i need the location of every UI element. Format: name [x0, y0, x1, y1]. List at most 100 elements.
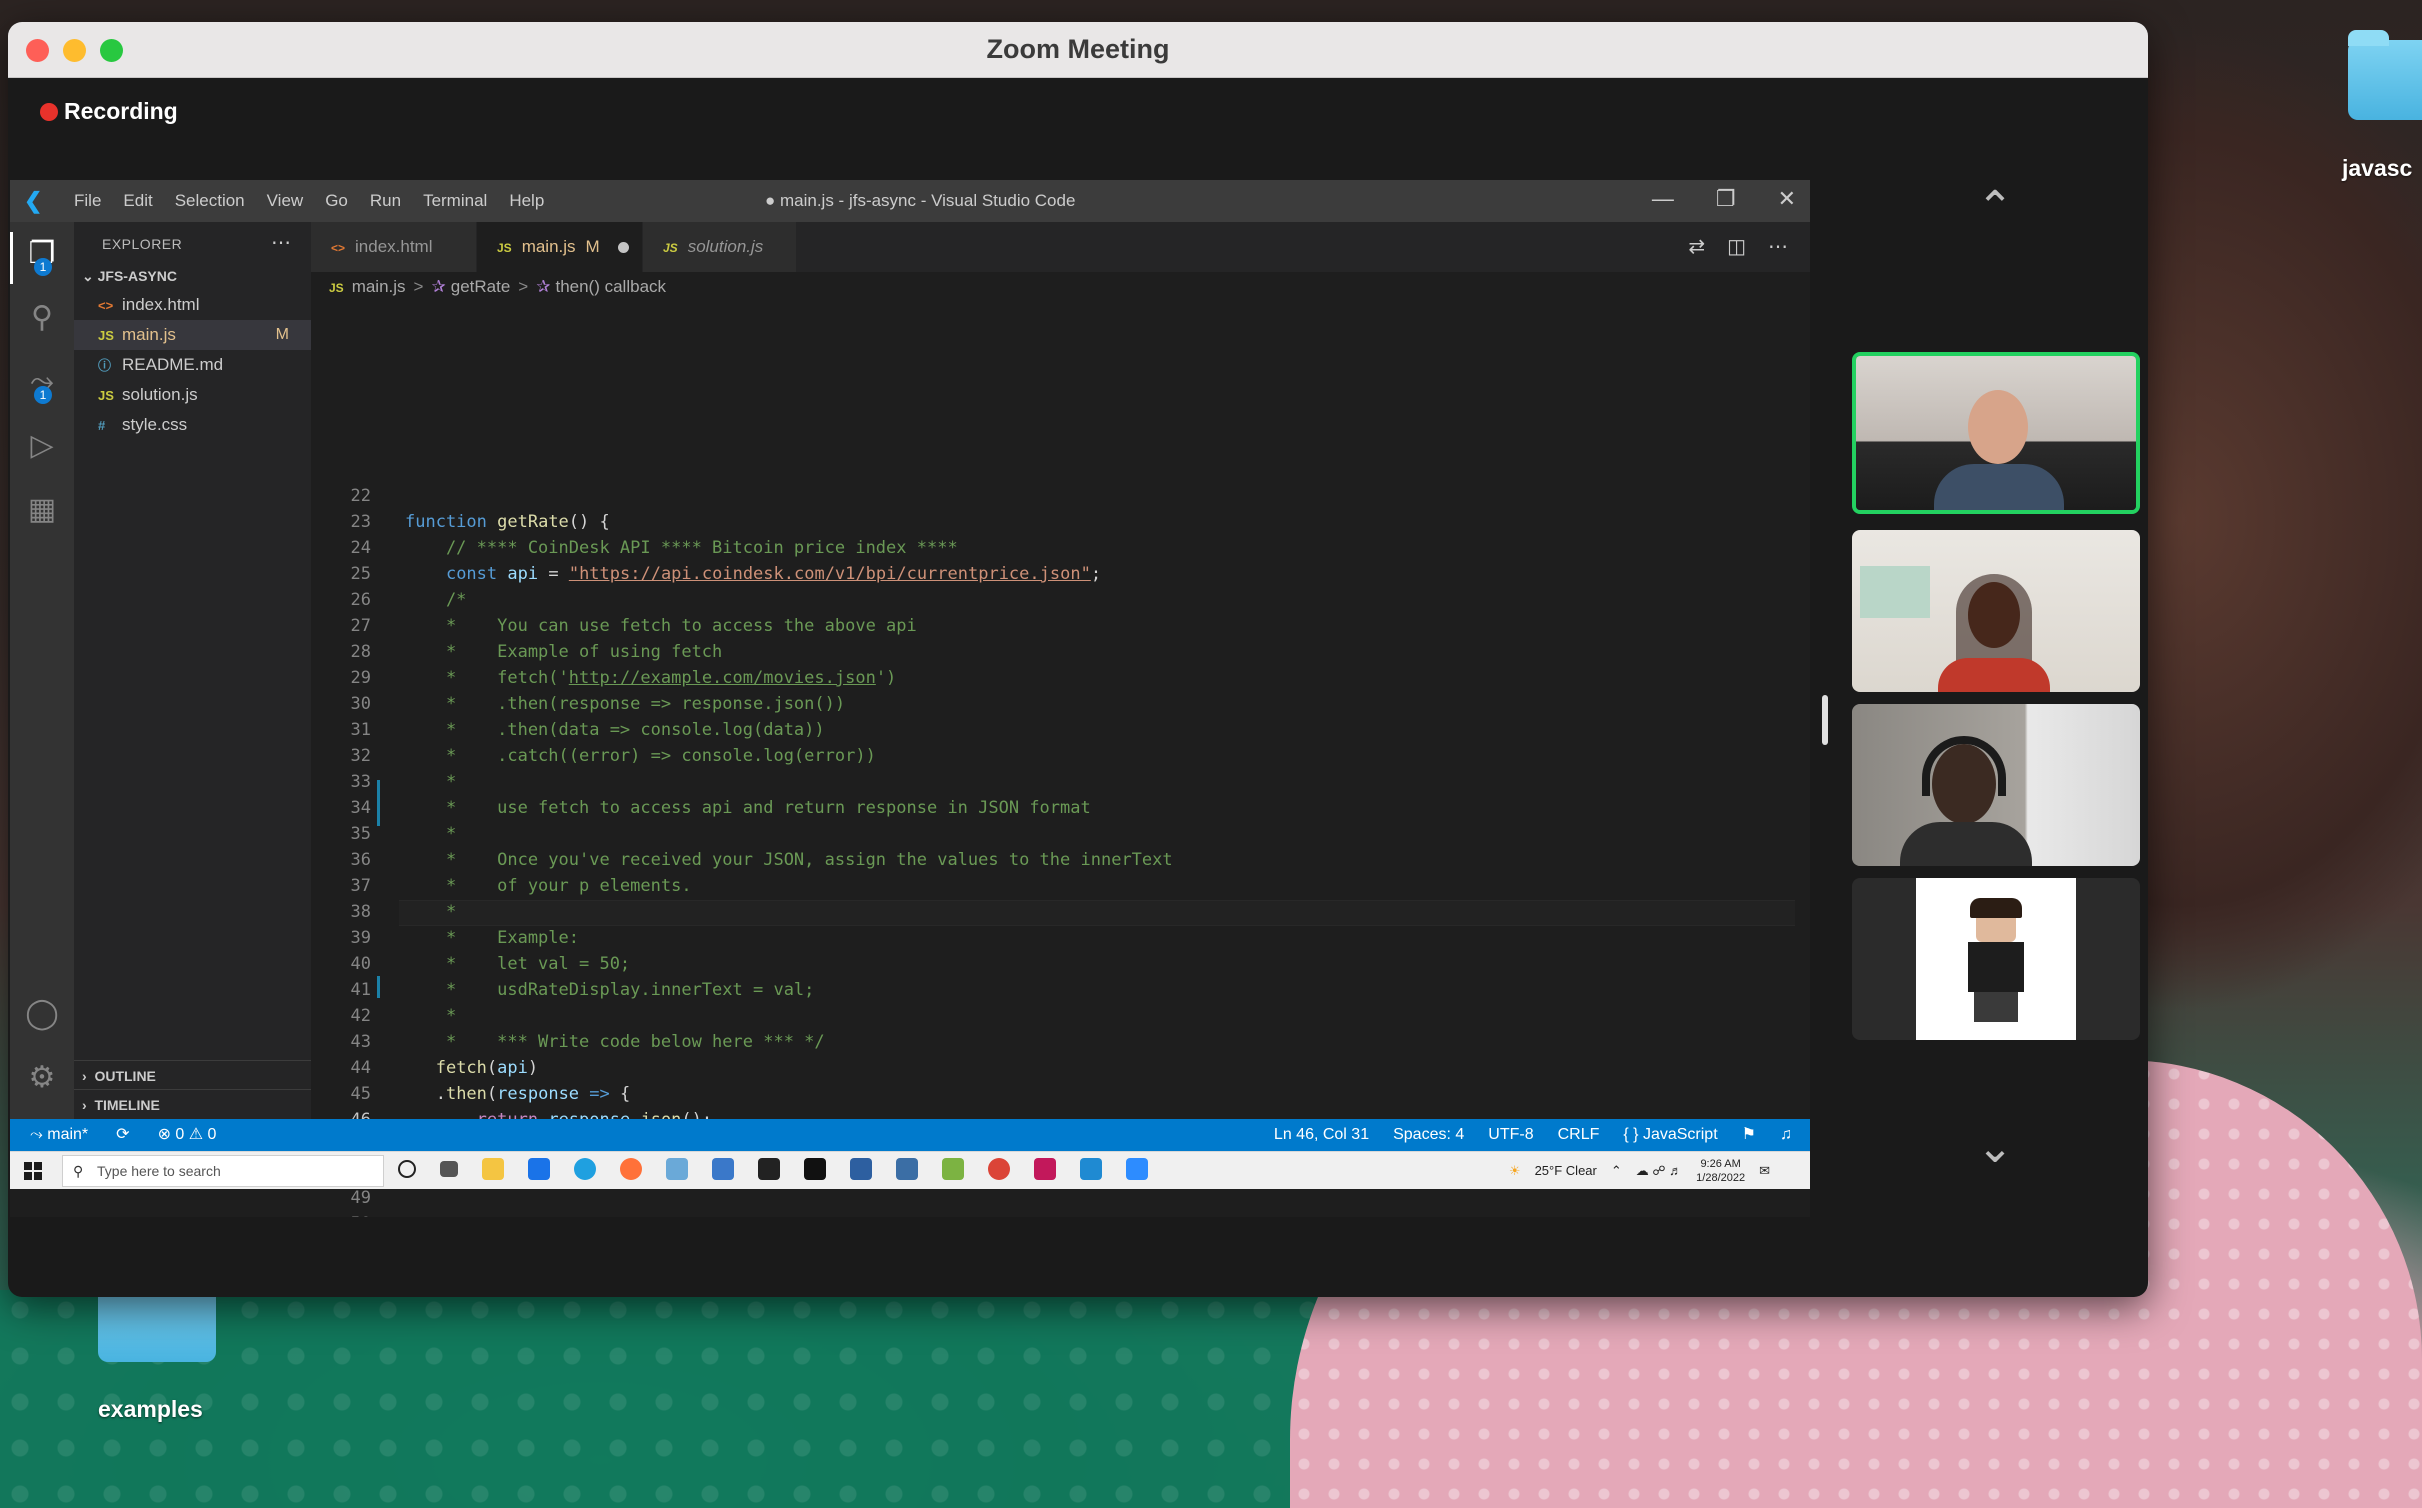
close-icon[interactable]: ✕: [1778, 186, 1796, 212]
more-actions-icon[interactable]: ⋯: [1768, 234, 1788, 259]
app-icon[interactable]: [666, 1158, 688, 1180]
participant-video-tile[interactable]: [1852, 352, 2140, 514]
scroll-up-chevron-icon[interactable]: ⌃: [1960, 186, 2030, 230]
participant-video-tile[interactable]: [1852, 878, 2140, 1040]
restore-icon[interactable]: ❐: [1716, 186, 1736, 212]
problems-indicator[interactable]: ⊗ 0 ⚠ 0: [158, 1119, 217, 1151]
menu-go[interactable]: Go: [325, 191, 348, 211]
file-item-style-css[interactable]: # style.css: [74, 410, 311, 440]
menu-edit[interactable]: Edit: [123, 191, 152, 211]
split-editor-icon[interactable]: ◫: [1727, 234, 1746, 259]
mail-icon[interactable]: [528, 1158, 550, 1180]
menu-help[interactable]: Help: [509, 191, 544, 211]
compare-changes-icon[interactable]: ⇄: [1688, 234, 1705, 259]
code-punct: (: [486, 1058, 498, 1078]
tab-index-html[interactable]: <> index.html: [311, 222, 477, 272]
file-item-readme-md[interactable]: ⓘ README.md: [74, 350, 311, 380]
participant-video-tile[interactable]: [1852, 704, 2140, 866]
file-item-main-js[interactable]: JS main.js M: [74, 320, 311, 350]
outline-section[interactable]: › OUTLINE: [74, 1060, 311, 1090]
extensions-icon[interactable]: ▦: [24, 492, 60, 528]
settings-gear-icon[interactable]: ⚙: [24, 1060, 60, 1096]
scroll-down-chevron-icon[interactable]: ⌄: [1960, 1126, 2030, 1170]
avatar-legs: [1974, 992, 2018, 1022]
participants-panel: ⌃ ⌄: [1822, 180, 2140, 1217]
firefox-icon[interactable]: [620, 1158, 642, 1180]
unsaved-dot-icon[interactable]: [617, 242, 629, 254]
branch-indicator[interactable]: ⤳ main*: [30, 1119, 88, 1151]
code-line-32: * .catch((error) => console.log(error)): [405, 746, 876, 766]
code-editor[interactable]: 22 23 24 25 26 27 28 29 30 31 32 33 34 35 36 37 38 39 40 41…: [311, 302, 1810, 1217]
desktop-folder-label[interactable]: examples: [98, 1396, 203, 1423]
tab-solution-js[interactable]: JS solution.js: [643, 222, 797, 272]
calculator-icon[interactable]: [712, 1158, 734, 1180]
tray-chevron-icon[interactable]: ⌃: [1611, 1156, 1622, 1186]
file-item-index-html[interactable]: <> index.html: [74, 290, 311, 320]
encoding[interactable]: UTF-8: [1488, 1119, 1533, 1151]
search-icon[interactable]: ⚲: [24, 300, 60, 336]
task-view-icon[interactable]: [440, 1161, 458, 1177]
windows-start-icon[interactable]: [24, 1162, 42, 1180]
code-string-link[interactable]: "https://api.coindesk.com/v1/bpi/current…: [569, 564, 1091, 584]
taskbar-search-input[interactable]: ⚲ Type here to search: [62, 1155, 384, 1187]
app-icon[interactable]: [942, 1158, 964, 1180]
indentation[interactable]: Spaces: 4: [1393, 1119, 1464, 1151]
notifications-bell-icon[interactable]: ♫: [1780, 1119, 1792, 1151]
tab-main-js[interactable]: JS main.js M: [477, 222, 643, 272]
app-icon[interactable]: [896, 1158, 918, 1180]
line-ending[interactable]: CRLF: [1558, 1119, 1600, 1151]
menu-selection[interactable]: Selection: [175, 191, 245, 211]
weather-text[interactable]: 25°F Clear: [1535, 1156, 1597, 1186]
zoom-window-button[interactable]: [100, 39, 123, 62]
intellij-icon[interactable]: [1034, 1158, 1056, 1180]
recording-indicator[interactable]: Recording: [40, 98, 178, 125]
app-icon[interactable]: [758, 1158, 780, 1180]
breadcrumb: JS main.js > ✰ getRate > ✰ then() callback: [311, 272, 666, 302]
taskbar-clock[interactable]: 9:26 AM 1/28/2022: [1696, 1157, 1745, 1185]
menu-file[interactable]: File: [74, 191, 101, 211]
terminal-icon[interactable]: [804, 1158, 826, 1180]
breadcrumb-file[interactable]: main.js: [352, 277, 406, 296]
minimize-window-button[interactable]: [63, 39, 86, 62]
zoom-taskbar-icon[interactable]: [1126, 1158, 1148, 1180]
edge-icon[interactable]: [574, 1158, 596, 1180]
html-file-icon: <>: [98, 298, 114, 313]
code-punct: .: [405, 1084, 446, 1104]
file-item-solution-js[interactable]: JS solution.js: [74, 380, 311, 410]
participant-head: [1968, 390, 2028, 464]
zoom-titlebar: Zoom Meeting: [8, 22, 2148, 78]
live-share-icon[interactable]: ⚑: [1742, 1119, 1756, 1151]
panel-resize-handle[interactable]: [1822, 695, 1828, 745]
language-mode[interactable]: { } JavaScript: [1623, 1119, 1717, 1151]
desktop-folder-label[interactable]: javasc: [2342, 155, 2412, 182]
menu-terminal[interactable]: Terminal: [423, 191, 487, 211]
minimize-icon[interactable]: —: [1652, 186, 1674, 212]
code-keyword: const: [445, 564, 498, 584]
more-actions-icon[interactable]: ⋯: [271, 230, 291, 255]
tray-icons[interactable]: ☁ ☍ ♬: [1636, 1156, 1682, 1186]
menu-run[interactable]: Run: [370, 191, 401, 211]
folder-header[interactable]: ⌄ JFS-ASYNC: [82, 268, 177, 285]
desktop-folder-icon[interactable]: [2348, 30, 2422, 120]
breadcrumb-function[interactable]: getRate: [451, 277, 511, 296]
breadcrumb-callback[interactable]: then() callback: [555, 277, 666, 296]
chrome-icon[interactable]: [988, 1158, 1010, 1180]
file-explorer-icon[interactable]: [482, 1158, 504, 1180]
notifications-icon[interactable]: ✉: [1759, 1156, 1770, 1186]
menu-view[interactable]: View: [267, 191, 304, 211]
run-debug-icon[interactable]: ▷: [24, 428, 60, 464]
code-comment-link[interactable]: http://example.com/movies.json: [569, 668, 876, 688]
participant-video-tile[interactable]: [1852, 530, 2140, 692]
tab-label: index.html: [355, 237, 433, 256]
cursor-position[interactable]: Ln 46, Col 31: [1274, 1119, 1369, 1151]
code-line-37: * of your p elements.: [405, 876, 692, 896]
app-icon[interactable]: [850, 1158, 872, 1180]
close-window-button[interactable]: [26, 39, 49, 62]
cortana-icon[interactable]: [398, 1160, 416, 1178]
account-icon[interactable]: ◯: [24, 996, 60, 1032]
code-text: =: [538, 564, 569, 584]
sync-icon[interactable]: ⟳: [116, 1119, 129, 1151]
timeline-section[interactable]: › TIMELINE: [74, 1089, 311, 1119]
vscode-taskbar-icon[interactable]: [1080, 1158, 1102, 1180]
code-line-30: * .then(response => response.json()): [405, 694, 846, 714]
